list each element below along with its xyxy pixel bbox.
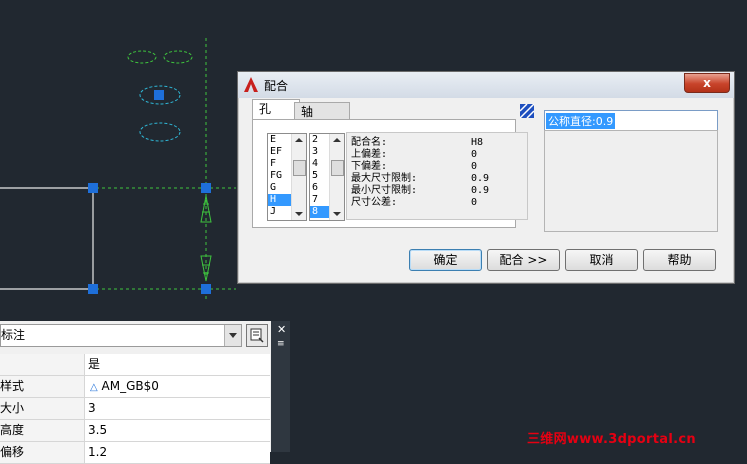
quick-select-icon[interactable] <box>246 324 268 347</box>
combo-value: 标注 <box>1 328 26 342</box>
object-type-combo[interactable]: 标注 <box>0 324 242 347</box>
info-value: 0.9 <box>471 173 490 184</box>
tolerance-text: 公称直径:0.9 <box>546 113 616 129</box>
dimstyle-icon: △ <box>90 382 98 393</box>
table-row[interactable]: 大小 3 <box>0 398 270 420</box>
list-scrollbar[interactable] <box>291 134 306 220</box>
info-value: 0 <box>471 161 478 172</box>
info-label: 最大尺寸限制: <box>351 173 418 184</box>
info-label: 尺寸公差: <box>351 197 398 208</box>
grade-number-list[interactable]: 2 3 4 5 6 7 8 <box>309 133 345 221</box>
info-label: 配合名: <box>351 137 388 148</box>
close-icon[interactable]: ✕ <box>277 323 286 336</box>
dashed-ellipse <box>139 122 181 142</box>
palette-side-strip: ✕ ≡ <box>271 321 290 452</box>
fit-info-panel: 配合名: H8 上偏差: 0 下偏差: 0 最大尺寸限制: 0.9 最小尺寸限制… <box>346 132 528 220</box>
hole-letter-list[interactable]: E EF F FG G H J <box>267 133 307 221</box>
property-value[interactable]: 3 <box>88 398 96 419</box>
dialog-title: 配合 <box>264 79 289 93</box>
style-value: AM_GB$0 <box>101 379 159 393</box>
help-button[interactable]: 帮助 <box>643 249 716 271</box>
info-value: 0 <box>471 149 478 160</box>
grip-point[interactable] <box>88 183 98 193</box>
info-label: 最小尺寸限制: <box>351 185 418 196</box>
info-label: 下偏差: <box>351 161 388 172</box>
chevron-down-icon[interactable] <box>224 325 241 346</box>
property-value[interactable]: 3.5 <box>88 420 107 441</box>
table-row[interactable]: 高度 3.5 <box>0 420 270 442</box>
grip-point[interactable] <box>154 90 164 100</box>
property-value[interactable]: 1.2 <box>88 442 107 463</box>
menu-icon[interactable]: ≡ <box>277 339 285 349</box>
property-key: 大小 <box>0 398 85 419</box>
property-key: 高度 <box>0 420 85 441</box>
property-key <box>0 354 85 375</box>
preview-panel <box>544 130 718 232</box>
info-value: 0.9 <box>471 185 490 196</box>
fit-more-button[interactable]: 配合 >> <box>487 249 560 271</box>
dashed-ellipse <box>127 50 157 64</box>
grip-point[interactable] <box>88 284 98 294</box>
fit-dialog: 配合 x 孔 轴 E EF F FG G H J 2 3 4 5 6 7 8 配… <box>237 71 735 284</box>
table-row[interactable]: 偏移 1.2 <box>0 442 270 464</box>
cancel-button[interactable]: 取消 <box>565 249 638 271</box>
property-value[interactable]: 是 <box>88 354 100 375</box>
dialog-titlebar[interactable]: 配合 x <box>238 72 734 98</box>
site-watermark: 三维网www.3dportal.cn <box>527 432 696 447</box>
property-value[interactable]: △ AM_GB$0 <box>90 376 159 398</box>
info-value: 0 <box>471 197 478 208</box>
table-row[interactable]: 样式 △ AM_GB$0 <box>0 376 270 398</box>
grip-point[interactable] <box>201 183 211 193</box>
grip-point[interactable] <box>201 284 211 294</box>
tolerance-text-field[interactable]: 公称直径:0.9 <box>544 110 718 131</box>
table-row[interactable]: 是 <box>0 354 270 376</box>
ok-button[interactable]: 确定 <box>409 249 482 271</box>
list-scrollbar[interactable] <box>329 134 344 220</box>
hatch-icon[interactable] <box>520 104 534 118</box>
part-outline <box>0 187 94 290</box>
properties-palette: 标注 是 样式 △ AM_GB$0 大小 3 高度 3.5 偏移 1.2 ✕ ≡ <box>0 321 290 464</box>
dashed-ellipse <box>163 50 193 64</box>
property-key: 样式 <box>0 376 85 397</box>
autocad-logo-icon <box>244 77 258 92</box>
close-button[interactable]: x <box>684 73 730 93</box>
info-label: 上偏差: <box>351 149 388 160</box>
info-value: H8 <box>471 137 484 148</box>
property-key: 偏移 <box>0 442 85 463</box>
